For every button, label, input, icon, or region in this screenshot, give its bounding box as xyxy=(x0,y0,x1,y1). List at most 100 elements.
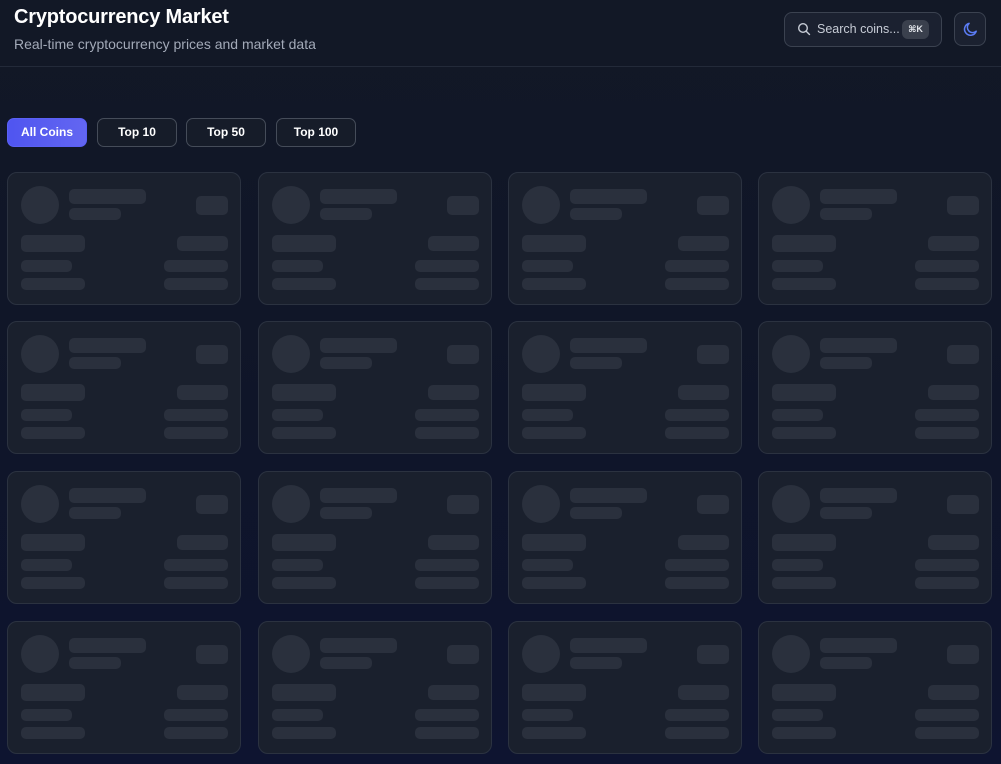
price-value-placeholder xyxy=(928,385,979,400)
rank-badge-placeholder xyxy=(947,196,979,215)
market-cap-label-placeholder xyxy=(21,278,85,290)
change-label-placeholder xyxy=(522,260,573,272)
coin-name-placeholder xyxy=(320,189,397,204)
coin-symbol-placeholder xyxy=(570,357,622,369)
market-cap-label-placeholder xyxy=(772,278,836,290)
coin-logo-placeholder xyxy=(272,335,310,373)
market-cap-value-placeholder xyxy=(415,577,479,589)
coin-name-placeholder xyxy=(69,488,146,503)
price-value-placeholder xyxy=(177,535,228,550)
price-value-placeholder xyxy=(678,535,729,550)
coin-name-placeholder xyxy=(320,338,397,353)
rank-badge-placeholder xyxy=(697,196,729,215)
price-label-placeholder xyxy=(772,235,836,252)
market-cap-label-placeholder xyxy=(272,427,336,439)
market-cap-value-placeholder xyxy=(164,727,228,739)
change-value-placeholder xyxy=(164,709,228,721)
rank-badge-placeholder xyxy=(947,645,979,664)
price-label-placeholder xyxy=(272,384,336,401)
change-label-placeholder xyxy=(272,409,323,421)
search-input[interactable]: Search coins... ⌘K xyxy=(784,12,942,47)
coin-name-placeholder xyxy=(820,189,897,204)
coin-card-skeleton xyxy=(7,471,241,604)
theme-toggle-button[interactable] xyxy=(954,12,986,46)
change-value-placeholder xyxy=(415,709,479,721)
market-cap-value-placeholder xyxy=(415,427,479,439)
change-label-placeholder xyxy=(21,559,72,571)
page-title: Cryptocurrency Market xyxy=(14,6,229,28)
price-value-placeholder xyxy=(678,385,729,400)
market-cap-value-placeholder xyxy=(164,278,228,290)
rank-badge-placeholder xyxy=(196,196,228,215)
coin-name-placeholder xyxy=(820,638,897,653)
change-label-placeholder xyxy=(21,409,72,421)
coin-card-skeleton xyxy=(258,471,492,604)
market-cap-value-placeholder xyxy=(415,727,479,739)
market-cap-label-placeholder xyxy=(522,577,586,589)
filter-top-100[interactable]: Top 100 xyxy=(276,118,356,147)
price-value-placeholder xyxy=(177,236,228,251)
rank-badge-placeholder xyxy=(447,345,479,364)
change-label-placeholder xyxy=(522,409,573,421)
filter-top-10[interactable]: Top 10 xyxy=(97,118,177,147)
coin-symbol-placeholder xyxy=(320,507,372,519)
moon-icon xyxy=(963,22,977,36)
coin-card-skeleton xyxy=(508,321,742,454)
coin-logo-placeholder xyxy=(772,485,810,523)
coin-logo-placeholder xyxy=(772,635,810,673)
page-subtitle: Real-time cryptocurrency prices and mark… xyxy=(14,36,316,52)
price-label-placeholder xyxy=(272,534,336,551)
coin-name-placeholder xyxy=(820,338,897,353)
market-cap-label-placeholder xyxy=(522,278,586,290)
change-value-placeholder xyxy=(665,260,729,272)
rank-badge-placeholder xyxy=(947,495,979,514)
market-cap-value-placeholder xyxy=(915,278,979,290)
coin-card-skeleton xyxy=(258,621,492,754)
change-value-placeholder xyxy=(915,709,979,721)
coin-card-skeleton xyxy=(508,172,742,305)
coin-logo-placeholder xyxy=(772,335,810,373)
coin-name-placeholder xyxy=(570,638,647,653)
price-value-placeholder xyxy=(928,535,979,550)
coin-card-skeleton xyxy=(258,321,492,454)
coin-symbol-placeholder xyxy=(320,657,372,669)
rank-badge-placeholder xyxy=(697,645,729,664)
coin-card-skeleton xyxy=(7,172,241,305)
price-label-placeholder xyxy=(21,384,85,401)
change-value-placeholder xyxy=(415,559,479,571)
change-value-placeholder xyxy=(915,559,979,571)
coin-card-skeleton xyxy=(758,471,992,604)
keyboard-shortcut-badge: ⌘K xyxy=(902,20,929,39)
change-label-placeholder xyxy=(522,709,573,721)
market-cap-label-placeholder xyxy=(522,427,586,439)
coin-symbol-placeholder xyxy=(820,507,872,519)
coin-name-placeholder xyxy=(69,189,146,204)
app-header: Cryptocurrency Market Real-time cryptocu… xyxy=(0,0,1001,67)
change-label-placeholder xyxy=(272,559,323,571)
price-value-placeholder xyxy=(177,385,228,400)
coin-logo-placeholder xyxy=(522,485,560,523)
coin-name-placeholder xyxy=(570,189,647,204)
rank-badge-placeholder xyxy=(947,345,979,364)
coin-logo-placeholder xyxy=(522,335,560,373)
search-placeholder: Search coins... xyxy=(817,22,900,36)
price-value-placeholder xyxy=(678,685,729,700)
price-value-placeholder xyxy=(428,535,479,550)
change-value-placeholder xyxy=(164,409,228,421)
filter-all-coins[interactable]: All Coins xyxy=(7,118,87,147)
coin-symbol-placeholder xyxy=(570,507,622,519)
coin-name-placeholder xyxy=(69,338,146,353)
change-label-placeholder xyxy=(272,709,323,721)
market-cap-value-placeholder xyxy=(915,427,979,439)
coin-card-skeleton xyxy=(7,621,241,754)
rank-badge-placeholder xyxy=(196,495,228,514)
filter-top-50[interactable]: Top 50 xyxy=(186,118,266,147)
market-cap-value-placeholder xyxy=(665,727,729,739)
page: Cryptocurrency Market Real-time cryptocu… xyxy=(0,0,1001,764)
coin-card-skeleton xyxy=(758,621,992,754)
change-value-placeholder xyxy=(665,409,729,421)
change-value-placeholder xyxy=(915,409,979,421)
change-value-placeholder xyxy=(665,559,729,571)
market-cap-value-placeholder xyxy=(164,577,228,589)
price-value-placeholder xyxy=(428,685,479,700)
